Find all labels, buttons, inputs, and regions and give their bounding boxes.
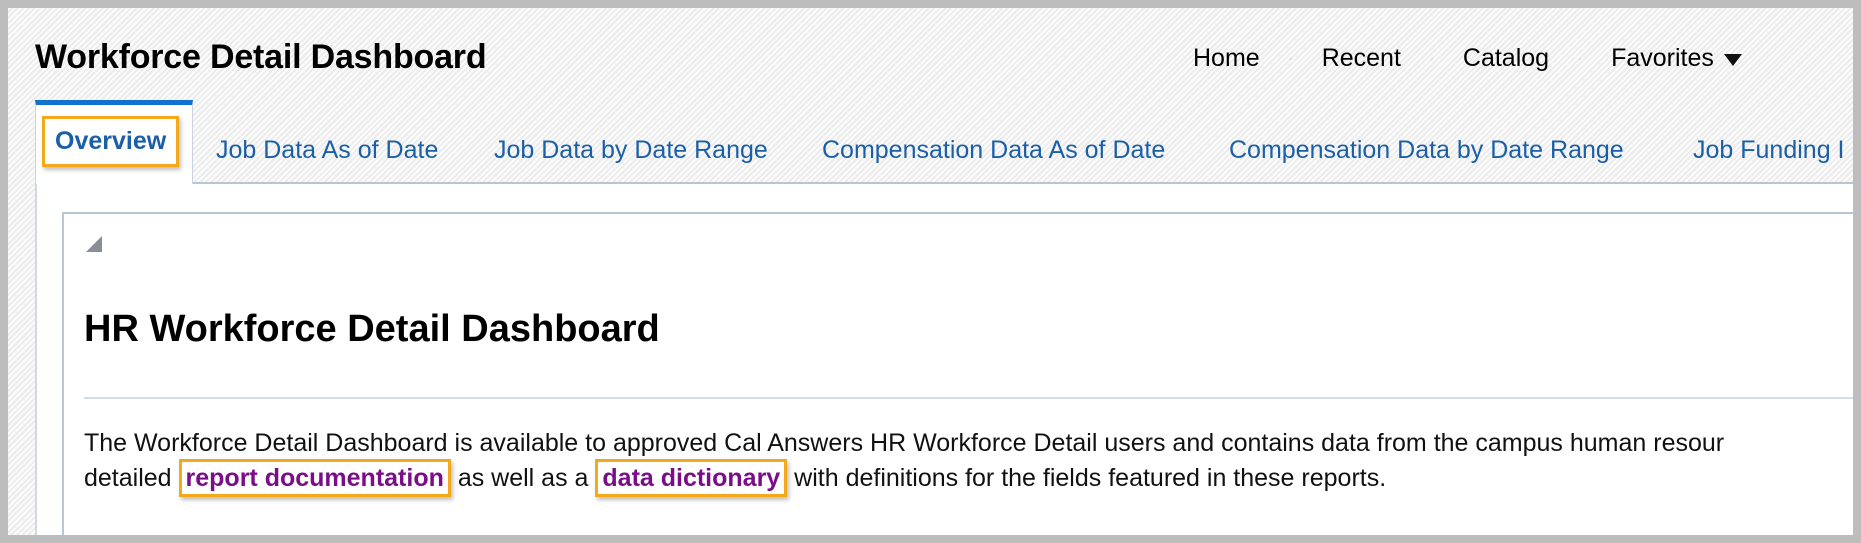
nav-favorites-label: Favorites (1611, 44, 1714, 72)
description-text-middle: as well as a (450, 464, 596, 492)
page-content: HR Workforce Detail Dashboard The Workfo… (35, 184, 1853, 535)
collapse-triangle-icon[interactable] (86, 236, 102, 252)
description-line-2: detailed report documentation as well as… (84, 459, 1853, 497)
nav-separator (1289, 57, 1292, 60)
divider (84, 397, 1853, 399)
nav-recent-link[interactable]: Recent (1322, 44, 1401, 73)
description-text-suffix: with definitions for the fields featured… (787, 464, 1387, 492)
section-heading: HR Workforce Detail Dashboard (84, 308, 660, 350)
nav-separator (1579, 57, 1582, 60)
data-dictionary-link[interactable]: data dictionary (595, 459, 788, 497)
dashboard-window: Workforce Detail Dashboard Home Recent C… (8, 8, 1853, 535)
dashboard-tab-bar: Overview Job Data As of Date Job Data by… (35, 100, 1853, 184)
caret-down-icon (1723, 54, 1742, 66)
tab-job-data-as-of-date[interactable]: Job Data As of Date (216, 136, 438, 165)
nav-home-link[interactable]: Home (1193, 44, 1260, 73)
tab-job-data-by-date-range[interactable]: Job Data by Date Range (494, 136, 768, 165)
description-text-prefix: detailed (84, 464, 179, 492)
tab-compensation-data-as-of-date[interactable]: Compensation Data As of Date (822, 136, 1165, 165)
tab-job-funding[interactable]: Job Funding I (1693, 136, 1845, 165)
nav-catalog-link[interactable]: Catalog (1463, 44, 1549, 73)
overview-section: HR Workforce Detail Dashboard The Workfo… (62, 212, 1853, 535)
tab-overview-container: Overview (35, 100, 193, 184)
nav-separator (1430, 57, 1433, 60)
tab-overview[interactable]: Overview (42, 116, 180, 167)
nav-favorites-menu[interactable]: Favorites (1611, 44, 1742, 73)
global-nav: Home Recent Catalog Favorites (1193, 44, 1742, 73)
description-text: The Workforce Detail Dashboard is availa… (84, 428, 1853, 497)
description-line-1: The Workforce Detail Dashboard is availa… (84, 429, 1725, 457)
app-title: Workforce Detail Dashboard (35, 38, 487, 76)
report-documentation-link[interactable]: report documentation (178, 459, 451, 497)
tab-compensation-data-by-date-range[interactable]: Compensation Data by Date Range (1229, 136, 1624, 165)
